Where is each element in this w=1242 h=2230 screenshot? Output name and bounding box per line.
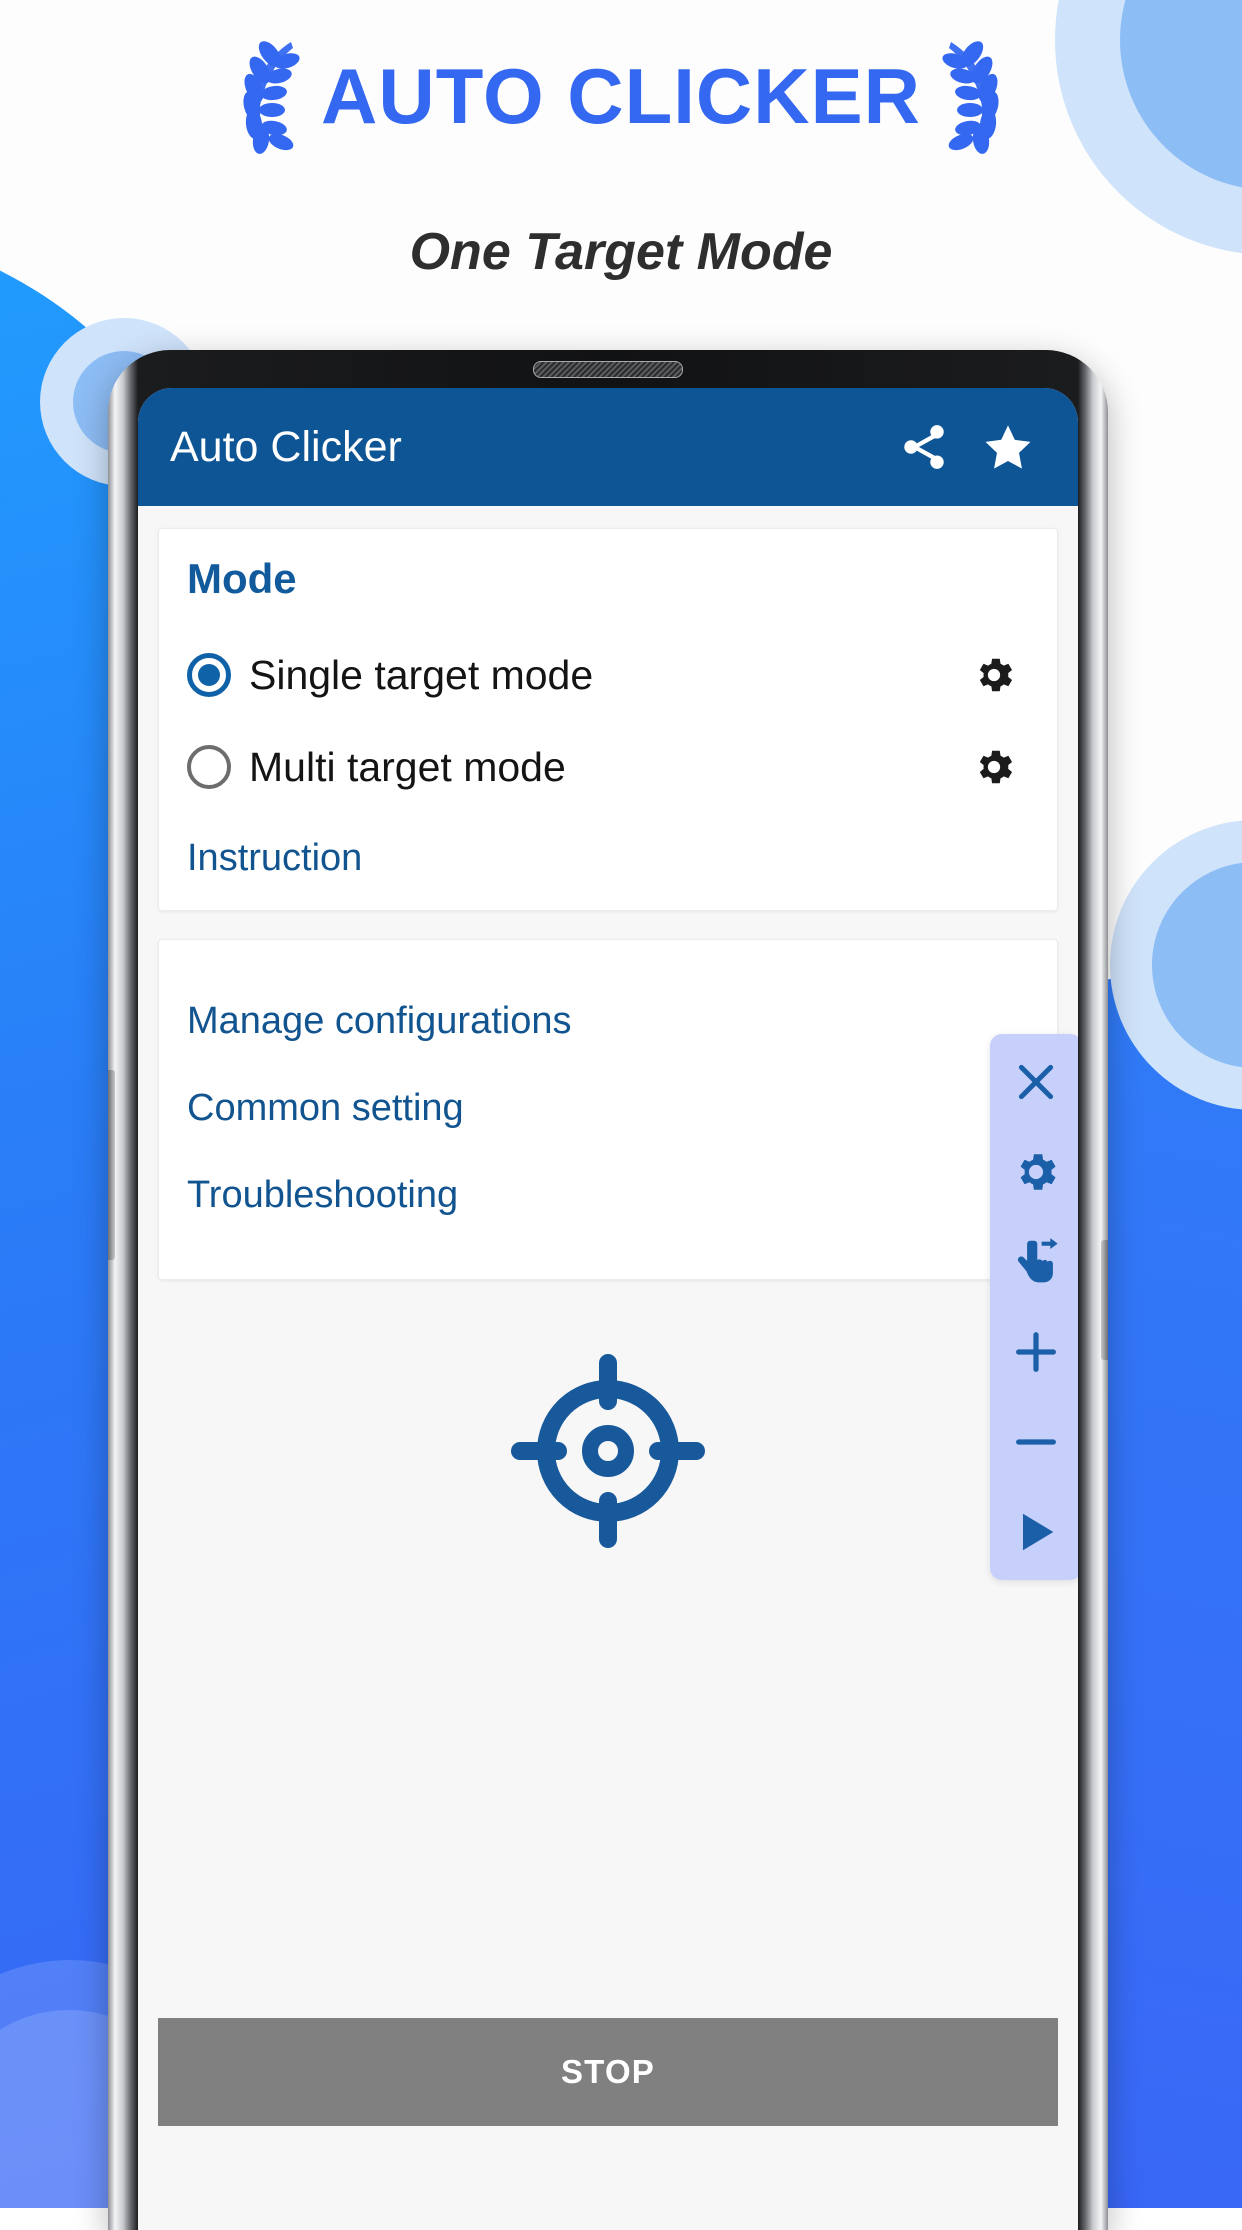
- floating-settings-button[interactable]: [1006, 1142, 1066, 1202]
- radio-row-multi-target[interactable]: Multi target mode: [187, 721, 1029, 813]
- floating-close-button[interactable]: [1006, 1052, 1066, 1112]
- gear-icon: [979, 750, 1013, 784]
- play-icon: [1023, 1513, 1054, 1551]
- phone-screen: Auto Clicker Mode Single target mode Mul…: [138, 388, 1078, 2230]
- phone-speaker-grille: [533, 361, 683, 378]
- plus-icon: [1016, 1332, 1056, 1372]
- promo-header: AUTO CLICKER One Target Mode: [0, 0, 1242, 310]
- minus-icon: [1016, 1439, 1056, 1445]
- page-title: AUTO CLICKER: [321, 52, 921, 140]
- mode-card: Mode Single target mode Multi target mod…: [158, 528, 1058, 911]
- app-content: Mode Single target mode Multi target mod…: [138, 506, 1078, 2230]
- favorite-button[interactable]: [966, 405, 1050, 489]
- close-icon: [1018, 1064, 1054, 1100]
- phone-side-button-right: [1101, 1240, 1108, 1360]
- radio-row-single-target[interactable]: Single target mode: [187, 629, 1029, 721]
- brand-row: AUTO CLICKER: [0, 36, 1242, 156]
- gear-icon: [1020, 1154, 1056, 1190]
- stop-button[interactable]: STOP: [158, 2018, 1058, 2126]
- radio-multi-target-label: Multi target mode: [249, 743, 566, 790]
- share-icon: [904, 425, 944, 469]
- menu-item-common-setting[interactable]: Common setting: [187, 1065, 1029, 1152]
- menu-card: Manage configurations Common setting Tro…: [158, 939, 1058, 1280]
- share-button[interactable]: [882, 405, 966, 489]
- phone-side-button-left: [108, 1070, 115, 1260]
- radio-single-target-label: Single target mode: [249, 651, 594, 698]
- menu-item-troubleshooting[interactable]: Troubleshooting: [187, 1152, 1029, 1239]
- floating-control-panel[interactable]: [990, 1034, 1078, 1580]
- target-area: [158, 1286, 1058, 1616]
- multi-target-settings-button[interactable]: [959, 744, 1029, 790]
- app-bar: Auto Clicker: [138, 388, 1078, 506]
- phone-mockup: Auto Clicker Mode Single target mode Mul…: [108, 350, 1108, 2230]
- laurel-wreath-right-icon: [942, 41, 999, 154]
- radio-single-target-icon[interactable]: [187, 653, 231, 697]
- floating-start-button[interactable]: [1006, 1502, 1066, 1562]
- gear-icon: [979, 658, 1013, 692]
- mode-heading: Mode: [187, 555, 297, 602]
- floating-pointer-move-button[interactable]: [1006, 1232, 1066, 1292]
- laurel-wreath-left-icon: [243, 41, 300, 154]
- app-bar-title: Auto Clicker: [170, 422, 402, 471]
- menu-item-manage-configurations[interactable]: Manage configurations: [187, 978, 1029, 1065]
- single-target-settings-button[interactable]: [959, 652, 1029, 698]
- floating-add-button[interactable]: [1006, 1322, 1066, 1382]
- pointer-move-icon: [1017, 1238, 1058, 1283]
- radio-multi-target-icon[interactable]: [187, 745, 231, 789]
- star-icon: [985, 425, 1031, 469]
- page-subtitle: One Target Mode: [409, 223, 833, 281]
- instruction-link[interactable]: Instruction: [187, 837, 1029, 880]
- floating-remove-button[interactable]: [1006, 1412, 1066, 1472]
- crosshair-target-icon[interactable]: [508, 1351, 708, 1551]
- radio-selected-dot: [198, 664, 220, 686]
